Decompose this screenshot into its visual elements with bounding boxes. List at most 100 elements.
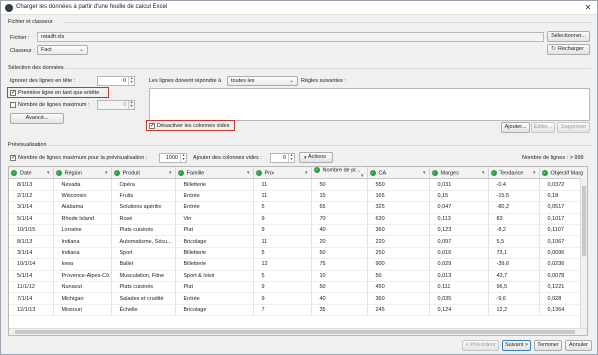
close-icon[interactable]: ✕ (582, 2, 594, 14)
table-row[interactable]: 7/1/14 Michigan Salades et crudité Entrée 9 4… (9, 292, 587, 305)
delete-rule-button[interactable]: Supprimer (557, 122, 590, 133)
rules-list[interactable] (149, 88, 590, 121)
table-row[interactable]: 5/1/14 Provence-Alpes-Cô... Musculation, F… (9, 270, 587, 282)
column-header[interactable]: ✓ Date ▼ (9, 167, 54, 180)
first-row-header-checkbox[interactable] (10, 89, 16, 96)
reload-button[interactable]: ↻ Recharger (547, 44, 590, 55)
table-row[interactable]: 3/1/14 Indiana Sport Billetterie 5 50 250 0,016… (9, 247, 587, 260)
column-header[interactable]: ✓ Tendance ▼ (488, 167, 540, 180)
title-bar: Charger les données à partir d'une feuil… (1, 1, 597, 15)
stepper-arrows-icon[interactable]: ▲ ▼ (128, 76, 134, 85)
table-header-row: ✓ Date ▼ ✓ Région ▼ ✓ Produit ▼ ✓ Famille ▼ ✓ Pri… (9, 167, 587, 180)
check-circle-icon[interactable]: ✓ (313, 167, 320, 173)
check-circle-icon[interactable]: ✓ (490, 169, 497, 176)
empty-columns-stepper[interactable]: 0 ▲ ▼ (270, 153, 295, 163)
stepper-arrows-icon[interactable]: ▲ ▼ (288, 153, 294, 162)
edit-rule-button[interactable]: Éditer... (531, 122, 555, 133)
rule-suffix-label: Règles suivantes : (301, 78, 346, 84)
table-cell: Plats cuisinés (111, 281, 176, 294)
check-circle-icon[interactable]: ✓ (113, 169, 120, 176)
check-circle-icon[interactable]: ✓ (541, 169, 548, 176)
divider (65, 68, 591, 69)
table-row[interactable]: 5/1/14 Rhode Island Rosé Vin 9 70 630 0,113 83 0,… (9, 213, 587, 226)
rule-match-select[interactable]: toutes les ⌄ (227, 76, 298, 86)
column-header-label: Tendance (499, 169, 524, 176)
table-row[interactable]: 8/1/13 Nevada Opéra Billetterie 11 50 550 0,031… (9, 178, 587, 191)
add-rule-button[interactable]: Ajouter... (501, 122, 530, 133)
scroll-thumb[interactable] (15, 330, 575, 334)
scroll-thumb[interactable] (582, 186, 586, 256)
column-header[interactable]: ✓ Produit ▼ (111, 167, 176, 180)
empty-columns-label: Ajouter des colonnes vides : (193, 155, 262, 161)
table-row[interactable]: 3/1/14 Alabama Solutions apéritiv Entrée 5 65… (9, 201, 587, 214)
table-cell: Lorraine (53, 224, 112, 237)
table-cell: 0,031 (429, 178, 489, 191)
table-cell: Salades et crudité (111, 292, 176, 305)
max-preview-stepper[interactable]: 1000 ▲ ▼ (159, 153, 187, 163)
stepper-arrows-icon[interactable]: ▲ ▼ (180, 153, 186, 162)
table-row[interactable]: 10/1/15 Lorraine Plats cuisinés Plat 9 40 360 0… (9, 224, 587, 237)
check-circle-icon[interactable]: ✓ (11, 169, 17, 176)
table-cell: Entrée (175, 292, 254, 305)
table-cell: Fruits (111, 190, 176, 203)
check-circle-icon[interactable]: ✓ (431, 169, 438, 176)
column-header-label: Produit (122, 169, 140, 176)
table-cell: 12/1/13 (9, 304, 54, 317)
table-cell: Missouri (53, 304, 112, 317)
check-circle-icon[interactable]: ✓ (369, 169, 376, 176)
preview-table[interactable]: ✓ Date ▼ ✓ Région ▼ ✓ Produit ▼ ✓ Famille ▼ ✓ Pri… (8, 166, 588, 336)
previous-button[interactable]: < Précédent (462, 340, 499, 351)
empty-columns-value: 0 (282, 155, 286, 161)
table-cell: 50 (311, 281, 368, 294)
file-path-field[interactable]: retailfr.xls (37, 32, 544, 42)
column-header[interactable]: ✓ CA ▼ (367, 167, 430, 180)
table-cell: 43,7 (488, 270, 540, 282)
column-header-label: Date (20, 169, 32, 176)
actions-button[interactable]: ▼ Actions (299, 152, 333, 163)
column-header[interactable]: ✓ Nombre de pr... ▼ (311, 167, 368, 180)
table-cell: 8/1/13 (9, 235, 54, 248)
table-cell: Automatisme, Sécu... (111, 235, 176, 248)
next-button[interactable]: Suivant > (502, 340, 531, 351)
ignore-rows-stepper[interactable]: 0 ▲ ▼ (97, 76, 135, 86)
table-row[interactable]: 2/1/12 Wisconsin Fruits Entrée 11 15 165 0,15 -1… (9, 190, 587, 203)
table-cell: Provence-Alpes-Cô... (53, 270, 112, 282)
table-cell: 15 (311, 190, 368, 203)
table-row[interactable]: 12/1/13 Missouri Échelle Bricolage 7 35 245 0,1… (9, 304, 587, 317)
sort-arrow-icon: ▼ (360, 173, 365, 179)
sheet-select[interactable]: Fact ⌄ (37, 45, 88, 55)
table-cell: Entrée (175, 190, 254, 203)
table-row[interactable]: 8/1/13 Indiana Automatisme, Sécu... Bricola… (9, 235, 587, 248)
column-header[interactable]: ✓ Famille ▼ (175, 167, 254, 180)
max-rows-value: 0 (122, 102, 126, 108)
table-cell: 70 (311, 213, 368, 226)
check-circle-icon[interactable]: ✓ (55, 169, 62, 176)
table-cell: 83 (488, 213, 540, 226)
vertical-scrollbar[interactable] (580, 178, 587, 330)
horizontal-scrollbar[interactable] (9, 328, 587, 335)
check-circle-icon[interactable]: ✓ (255, 169, 262, 176)
table-cell: Solutions apéritiv (111, 201, 176, 214)
table-cell: 0,013 (429, 270, 489, 282)
max-rows-label: Nombre de lignes maximum : (18, 102, 90, 108)
select-file-button[interactable]: Sélectionner... (547, 31, 590, 42)
table-row[interactable]: 11/1/12 Nunavut Plats cuisinés Plat 9 50 450 0,… (9, 281, 587, 294)
cancel-button[interactable]: Annuler (565, 340, 592, 351)
table-cell: Rosé (111, 213, 176, 226)
check-circle-icon[interactable]: ✓ (177, 169, 184, 176)
column-header-label: Nombre de pr... (322, 167, 361, 174)
disable-empty-columns-checkbox[interactable] (149, 122, 155, 129)
table-cell: -15,5 (488, 190, 540, 203)
max-rows-checkbox[interactable] (10, 102, 16, 108)
table-cell: 35 (311, 304, 368, 317)
table-cell: 0,124 (429, 304, 489, 317)
table-row[interactable]: 10/1/14 Iowa Ballet Billetterie 12 75 900 0,029… (9, 258, 587, 271)
column-header[interactable]: ✓ Prix ▼ (253, 167, 312, 180)
max-rows-stepper[interactable]: 0 ▲ ▼ (97, 100, 135, 110)
column-header[interactable]: ✓ Région ▼ (53, 167, 112, 180)
max-preview-checkbox[interactable] (10, 154, 16, 161)
finish-button[interactable]: Terminer (534, 340, 562, 351)
stepper-arrows-icon[interactable]: ▲ ▼ (128, 100, 134, 109)
advanced-button[interactable]: Avancé... (10, 113, 64, 124)
column-header[interactable]: ✓ Marges ▼ (429, 167, 489, 180)
